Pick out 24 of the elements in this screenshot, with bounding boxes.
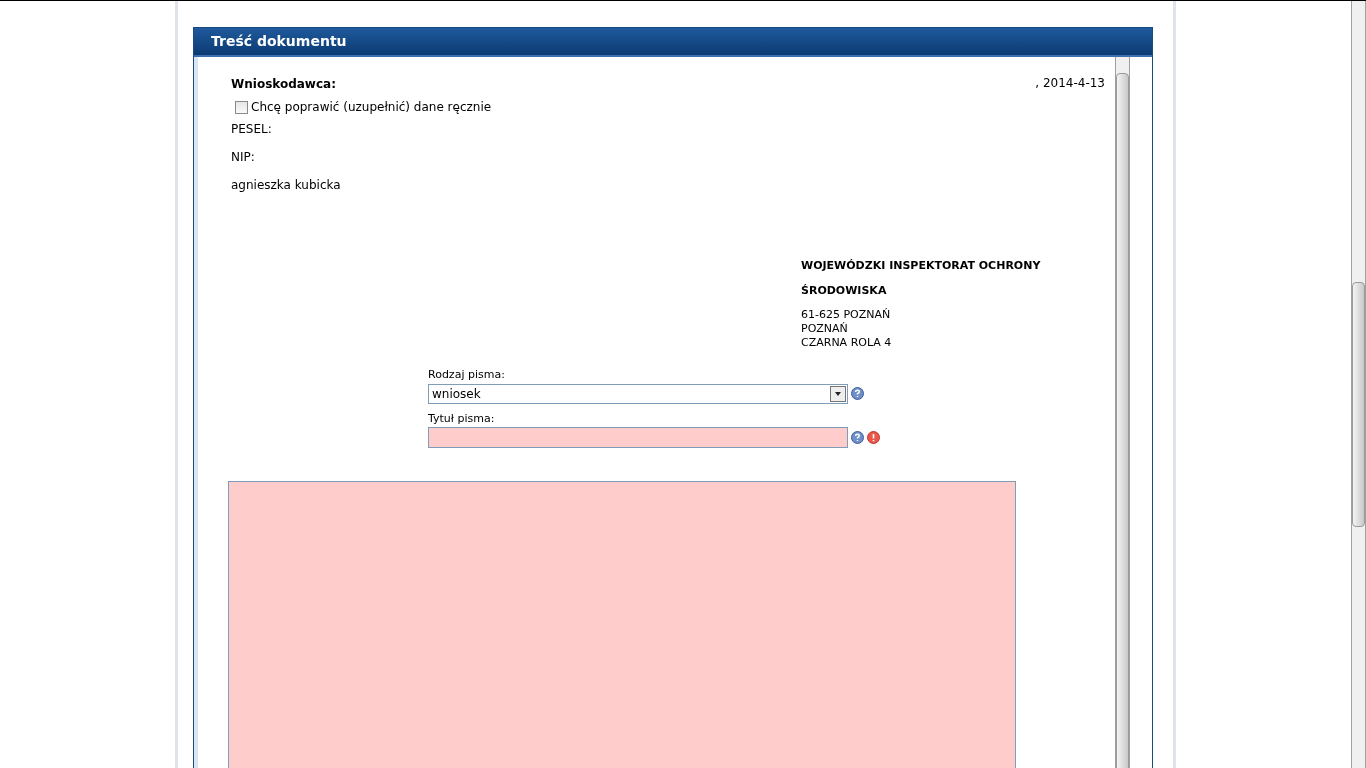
page-scrollbar[interactable] — [1351, 1, 1366, 768]
letter-title-label: Tytuł pisma: — [428, 410, 496, 427]
pesel-label: PESEL: — [231, 121, 273, 138]
address-line: CZARNA ROLA 4 — [801, 336, 893, 350]
help-icon[interactable] — [851, 387, 864, 400]
panel-title: Treść dokumentu — [211, 32, 347, 51]
recipient-name: WOJEWÓDZKI INSPEKTORAT OCHRONY — [801, 258, 1042, 274]
nip-label: NIP: — [231, 149, 256, 166]
applicant-label: Wnioskodawca: — [231, 76, 336, 93]
letter-type-select[interactable]: wniosek — [428, 383, 848, 404]
scroll-thumb[interactable] — [1116, 73, 1129, 768]
date-text: , 2014-4-13 — [1035, 75, 1105, 92]
checkbox[interactable] — [235, 100, 248, 114]
checkbox-label[interactable]: Chcę poprawić (uzupełnić) dane ręcznie — [251, 98, 492, 116]
scroll-thumb[interactable] — [1352, 282, 1365, 527]
letter-body-field[interactable] — [228, 481, 1016, 768]
recipient-name: ŚRODOWISKA — [801, 283, 888, 299]
letter-type-label: Rodzaj pisma: — [428, 367, 506, 383]
help-icon[interactable] — [851, 431, 864, 444]
address-line: 61-625 POZNAŃ — [801, 308, 892, 322]
letter-title-field[interactable] — [428, 427, 848, 448]
applicant-name: agnieszka kubicka — [231, 177, 342, 194]
address-line: POZNAŃ — [801, 322, 849, 336]
content-scrollbar[interactable] — [1115, 57, 1130, 768]
